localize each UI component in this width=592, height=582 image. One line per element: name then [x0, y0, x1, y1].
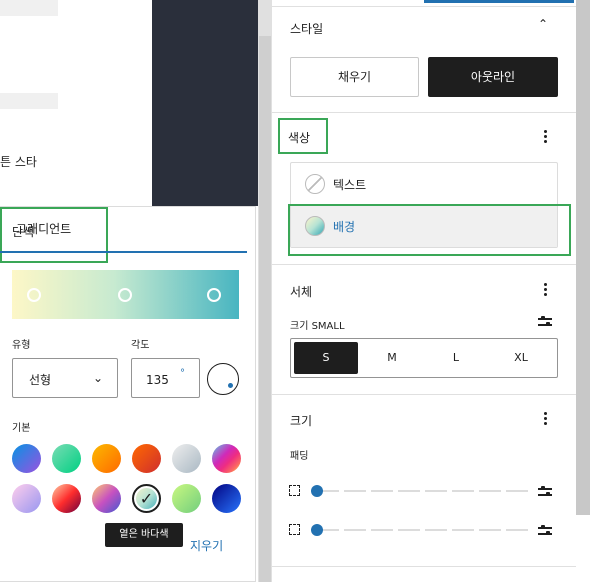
- empty-color-icon: [305, 174, 325, 194]
- chevron-down-icon: ⌄: [92, 371, 103, 385]
- slider-handle[interactable]: [311, 485, 323, 497]
- swatch-luminous-vivid-orange-to-red[interactable]: [132, 444, 161, 473]
- tab-gradient-label: 그래디언트: [16, 222, 72, 236]
- slider-handle[interactable]: [311, 524, 323, 536]
- editor-stripe: [0, 93, 58, 109]
- editor-partial-text: 튼 스타: [0, 155, 37, 169]
- color-options-icon[interactable]: [544, 130, 548, 144]
- style-panel-title: 스타일: [290, 22, 324, 36]
- swatch-light-green-cyan-to-vivid-green-cyan[interactable]: [52, 444, 81, 473]
- tab-active-indicator: [0, 251, 247, 253]
- background-item-highlight: [288, 204, 571, 256]
- clear-button[interactable]: 지우기: [190, 537, 223, 554]
- angle-unit: °: [180, 368, 185, 379]
- angle-value: 135: [146, 373, 169, 387]
- font-size-m[interactable]: M: [360, 342, 424, 374]
- active-tab-indicator: [424, 0, 574, 3]
- editor-dark-block: [152, 0, 258, 206]
- divider: [272, 566, 576, 567]
- font-size-toggle-group: S M L XL: [290, 338, 558, 378]
- fill-style-button[interactable]: 채우기: [290, 57, 419, 97]
- dimensions-options-icon[interactable]: [544, 412, 548, 426]
- swatch-midnight[interactable]: [212, 484, 241, 513]
- divider: [272, 112, 576, 113]
- font-size-xl[interactable]: XL: [489, 342, 553, 374]
- divider: [272, 264, 576, 265]
- padding-vertical-slider[interactable]: [289, 481, 559, 501]
- padding-vertical-settings-icon[interactable]: [538, 485, 552, 497]
- tab-gradient[interactable]: 그래디언트: [0, 207, 247, 263]
- slider-track[interactable]: [317, 529, 529, 531]
- padding-horizontal-settings-icon[interactable]: [538, 524, 552, 536]
- swatch-luminous-vivid-amber-to-orange[interactable]: [92, 444, 121, 473]
- swatch-cool-to-warm-spectrum[interactable]: [212, 444, 241, 473]
- size-settings-icon[interactable]: [538, 315, 552, 327]
- sidebar-scrollbar[interactable]: [576, 0, 590, 515]
- editor-scrollbar-thumb[interactable]: [259, 36, 271, 582]
- default-label: 기본: [12, 423, 31, 434]
- color-panel-title: 색상: [288, 131, 311, 145]
- dimensions-panel-title: 크기: [290, 414, 313, 428]
- color-panel-title-box: 색상: [278, 118, 328, 154]
- outline-style-button[interactable]: 아웃라인: [428, 57, 558, 97]
- divider: [272, 6, 576, 7]
- angle-label: 각도: [131, 340, 150, 351]
- font-size-l[interactable]: L: [424, 342, 488, 374]
- swatch-tooltip: 옅은 바다색: [105, 523, 183, 547]
- gradient-stop-handle[interactable]: [27, 288, 41, 302]
- font-size-s[interactable]: S: [294, 342, 358, 374]
- type-label: 유형: [12, 340, 31, 351]
- check-icon: ✓: [139, 489, 154, 508]
- slider-track[interactable]: [317, 490, 529, 492]
- chevron-up-icon[interactable]: ⌃: [538, 17, 548, 31]
- swatch-vivid-cyan-blue-to-vivid-purple[interactable]: [12, 444, 41, 473]
- padding-vertical-icon: [289, 485, 300, 496]
- swatch-electric-grass[interactable]: [172, 484, 201, 513]
- typography-options-icon[interactable]: [544, 283, 548, 297]
- editor-stripe: [0, 0, 58, 16]
- padding-horizontal-icon: [289, 524, 300, 535]
- color-item-text-label: 텍스트: [333, 178, 367, 192]
- gradient-type-select[interactable]: 선형 ⌄: [12, 358, 118, 398]
- gradient-type-value: 선형: [29, 373, 52, 387]
- gradient-stop-handle[interactable]: [207, 288, 221, 302]
- swatch-very-light-gray-to-cyan-bluish-gray[interactable]: [172, 444, 201, 473]
- angle-dial-pointer: [228, 383, 233, 388]
- angle-input[interactable]: 135 °: [131, 358, 200, 398]
- divider: [272, 394, 576, 395]
- padding-horizontal-slider[interactable]: [289, 520, 559, 540]
- swatch-blush-light-purple[interactable]: [12, 484, 41, 513]
- swatch-blush-bordeaux[interactable]: [52, 484, 81, 513]
- font-size-label: 크기 SMALL: [290, 321, 345, 332]
- swatch-pale-ocean[interactable]: ✓: [132, 484, 161, 513]
- color-item-text[interactable]: 텍스트: [291, 163, 557, 205]
- typography-panel-title: 서체: [290, 285, 313, 299]
- block-settings-sidebar: 스타일 ⌃ 채우기 아웃라인 색상 텍스트 배경 서체 크기 SMALL S M…: [272, 0, 576, 582]
- gradient-stop-handle[interactable]: [118, 288, 132, 302]
- padding-label: 패딩: [290, 451, 309, 462]
- angle-dial[interactable]: [207, 363, 239, 395]
- color-gradient-popover: 단색 그래디언트 유형 선형 ⌄ 각도 135 ° 기본 ✓ 옅은 바다색 지우…: [0, 206, 256, 582]
- swatch-luminous-dusk[interactable]: [92, 484, 121, 513]
- gradient-bar[interactable]: [12, 270, 239, 319]
